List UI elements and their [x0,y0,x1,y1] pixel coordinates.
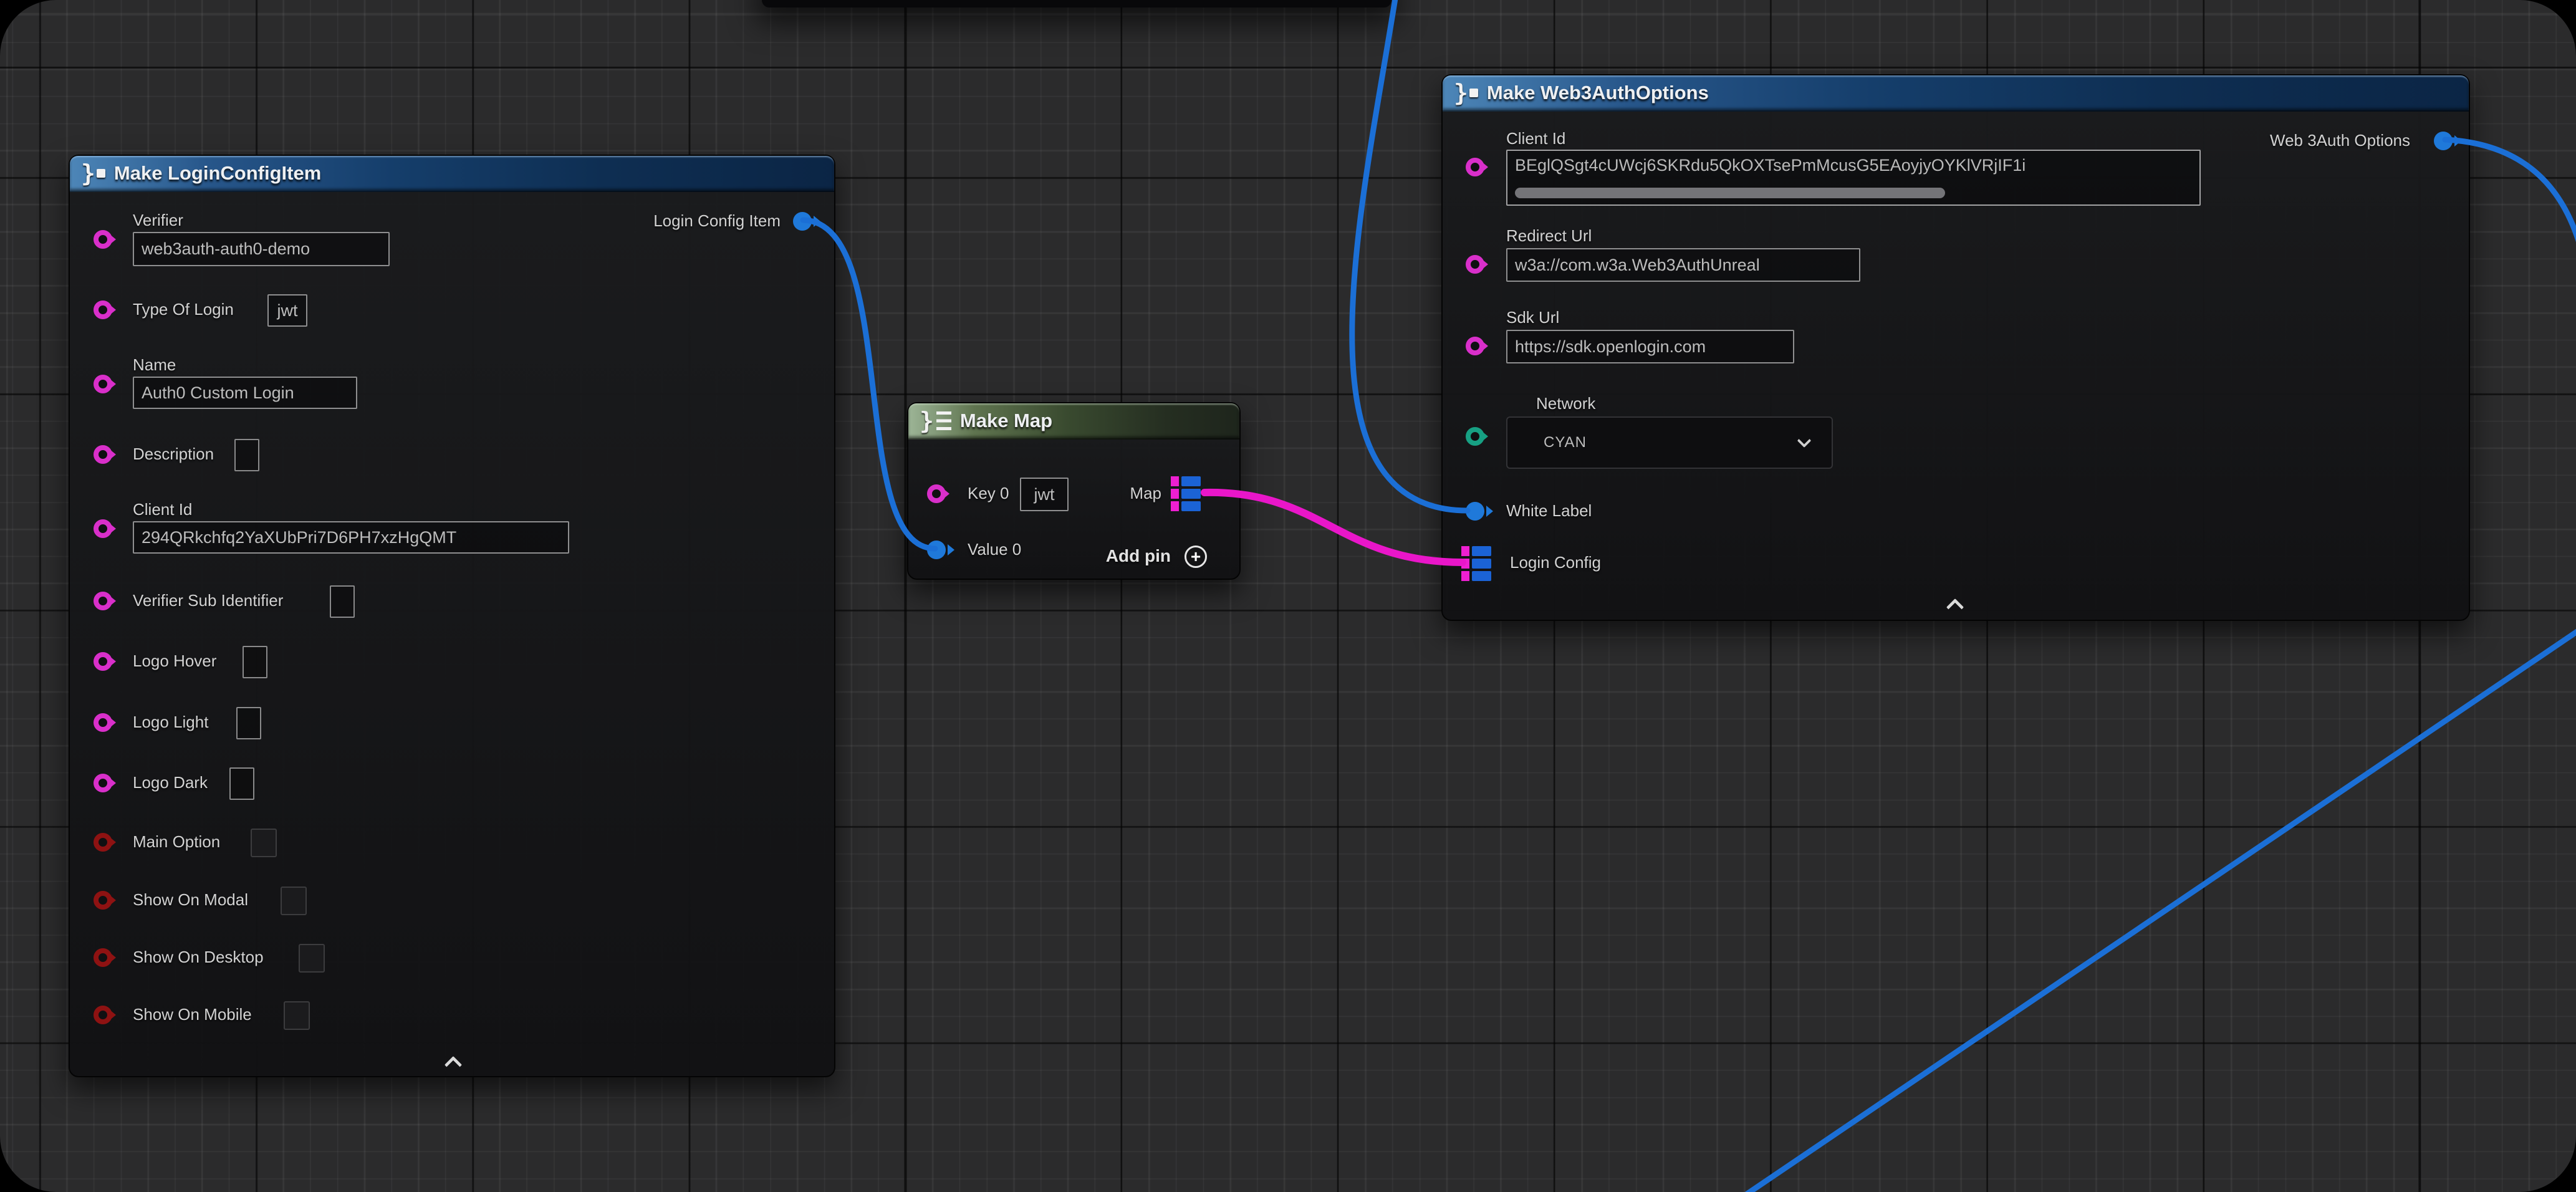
pin-network[interactable] [1466,427,1484,446]
pin-logo-dark[interactable] [94,774,112,792]
pin-label-show-on-desktop: Show On Desktop [133,948,264,967]
description-input[interactable] [234,439,259,471]
node-title: Make Web3AuthOptions [1487,82,1709,104]
node-header[interactable]: Make LoginConfigItem [70,156,834,192]
pin-main-option[interactable] [94,833,112,852]
main-option-checkbox[interactable] [251,829,277,857]
pin-login-config-item-output[interactable] [793,212,812,231]
verifier-sub-identifier-input[interactable] [330,585,355,618]
network-value: CYAN [1544,434,1587,451]
pin-label-client-id: Client Id [133,500,192,519]
output-label-web3auth-options: Web 3Auth Options [2270,131,2410,150]
pin-show-on-mobile[interactable] [94,1006,112,1024]
show-on-mobile-checkbox[interactable] [284,1001,310,1030]
collapse-node-chevron-icon[interactable] [1946,598,1964,616]
add-pin-label: Add pin [1106,546,1171,566]
pin-logo-hover[interactable] [94,652,112,671]
pin-white-label[interactable] [1466,502,1484,521]
pin-label-login-config: Login Config [1510,553,1601,572]
pin-label-logo-dark: Logo Dark [133,773,208,792]
pin-label-sdk-url: Sdk Url [1506,308,1559,327]
node-header[interactable]: Make Web3AuthOptions [1443,75,2469,112]
node-title: Make Map [960,410,1052,432]
pin-label-show-on-mobile: Show On Mobile [133,1005,252,1024]
wire-diagonal-segment [1719,625,2576,1192]
type-of-login-input[interactable]: jwt [267,294,307,327]
pin-label-type-of-login: Type Of Login [133,300,234,319]
make-struct-icon [1454,81,1478,105]
pin-show-on-desktop[interactable] [94,948,112,967]
pin-label-value-0: Value 0 [968,540,1021,559]
pin-verifier-sub-identifier[interactable] [94,592,112,610]
sdk-url-input[interactable]: https://sdk.openlogin.com [1506,330,1794,363]
client-id-scrollbar[interactable] [1515,188,1945,198]
key-0-value: jwt [1034,485,1055,504]
pin-verifier[interactable] [94,230,112,249]
logo-hover-input[interactable] [243,646,267,678]
pin-key-0[interactable] [927,484,946,503]
pin-label-redirect-url: Redirect Url [1506,226,1592,246]
pin-web3auth-options-output[interactable] [2434,132,2453,150]
pin-client-id[interactable] [1466,158,1484,176]
pin-label-white-label: White Label [1506,501,1592,521]
pin-label-key-0: Key 0 [968,484,1009,503]
pin-type-of-login[interactable] [94,300,112,319]
name-input[interactable]: Auth0 Custom Login [133,377,357,409]
pin-map-output[interactable] [1171,476,1201,511]
network-dropdown[interactable]: CYAN [1506,416,1833,469]
logo-light-input[interactable] [236,707,261,739]
client-id-input[interactable]: BEglQSgt4cUWcj6SKRdu5QkOXTsePmMcusG5EAoy… [1506,150,2201,206]
pin-label-description: Description [133,445,214,464]
pin-logo-light[interactable] [94,713,112,732]
wire-map-to-loginconfig [1204,493,1463,562]
node-make-map[interactable]: Make Map Key 0 jwt Map Value 0 Add pin [907,402,1241,580]
redirect-url-value: w3a://com.w3a.Web3AuthUnreal [1515,256,1760,275]
client-id-value: 294QRkchfq2YaXUbPri7D6PH7xzHgQMT [142,528,456,547]
offscreen-node-fragment [762,0,1391,7]
output-label-login-config-item: Login Config Item [653,211,781,231]
make-struct-icon [81,161,105,185]
verifier-input[interactable]: web3auth-auth0-demo [133,232,390,266]
pin-label-main-option: Main Option [133,832,220,852]
pin-label-logo-hover: Logo Hover [133,651,216,671]
node-make-web3authoptions[interactable]: Make Web3AuthOptions Client Id BEglQSgt4… [1441,74,2470,621]
pin-label-verifier: Verifier [133,211,183,230]
node-header[interactable]: Make Map [908,403,1239,440]
pin-label-client-id: Client Id [1506,129,1565,148]
show-on-modal-checkbox[interactable] [281,887,307,915]
pin-description[interactable] [94,445,112,464]
pin-label-verifier-sub-identifier: Verifier Sub Identifier [133,591,283,610]
pin-label-network: Network [1536,394,1595,413]
key-0-input[interactable]: jwt [1020,478,1069,511]
show-on-desktop-checkbox[interactable] [299,944,325,973]
pin-show-on-modal[interactable] [94,891,112,910]
blueprint-graph-canvas[interactable]: Make LoginConfigItem Verifier web3auth-a… [0,0,2576,1192]
pin-label-name: Name [133,355,176,375]
pin-sdk-url[interactable] [1466,337,1484,355]
node-make-loginconfigitem[interactable]: Make LoginConfigItem Verifier web3auth-a… [69,155,835,1077]
pin-client-id[interactable] [94,519,112,538]
client-id-input[interactable]: 294QRkchfq2YaXUbPri7D6PH7xzHgQMT [133,521,569,554]
collapse-node-chevron-icon[interactable] [445,1056,462,1074]
name-value: Auth0 Custom Login [142,383,294,403]
chevron-down-icon [1797,433,1812,448]
node-title: Make LoginConfigItem [114,162,321,185]
sdk-url-value: https://sdk.openlogin.com [1515,337,1706,357]
client-id-value: BEglQSgt4cUWcj6SKRdu5QkOXTsePmMcusG5EAoy… [1515,156,2026,175]
logo-dark-input[interactable] [229,767,254,800]
type-of-login-value: jwt [277,301,298,320]
pin-label-show-on-modal: Show On Modal [133,890,248,910]
pin-login-config[interactable] [1461,546,1491,581]
pin-name[interactable] [94,375,112,393]
redirect-url-input[interactable]: w3a://com.w3a.Web3AuthUnreal [1506,248,1860,282]
pin-label-logo-light: Logo Light [133,713,208,732]
verifier-value: web3auth-auth0-demo [142,239,310,259]
add-pin-icon[interactable] [1185,546,1207,568]
make-map-icon [920,409,951,433]
pin-redirect-url[interactable] [1466,255,1484,274]
pin-value-0[interactable] [927,541,946,559]
output-label-map: Map [1130,484,1161,503]
